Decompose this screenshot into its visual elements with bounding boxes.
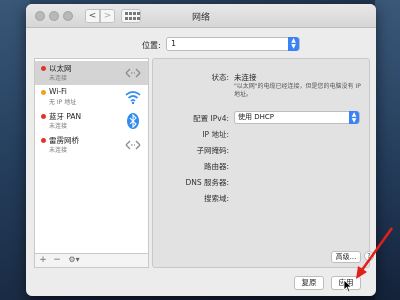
advanced-button[interactable]: 高级... xyxy=(331,251,361,263)
bluetooth-icon xyxy=(127,113,139,129)
service-list: 以太网 未连接 Wi-Fi 无 IP 地址 蓝牙 PAN 未连接 雷雳网桥 未连… xyxy=(34,58,149,254)
configure-ipv4-select[interactable]: 使用 DHCP ▲ ▼ xyxy=(234,111,360,124)
select-stepper-icon: ▲ ▼ xyxy=(288,37,299,51)
router-label: 路由器: xyxy=(203,162,229,171)
service-name: Wi-Fi xyxy=(49,87,67,96)
dns-server-label: DNS 服务器: xyxy=(185,178,229,187)
service-action-menu-button[interactable]: ⚙▾ xyxy=(65,255,83,266)
search-domains-label: 搜索域: xyxy=(203,194,229,203)
ethernet-arrows-icon xyxy=(125,68,141,78)
status-dot xyxy=(41,138,46,143)
service-status: 未连接 xyxy=(49,123,68,130)
location-label: 位置: xyxy=(142,41,161,50)
thunderbolt-arrows-icon xyxy=(125,140,141,150)
service-item-wifi[interactable]: Wi-Fi 无 IP 地址 xyxy=(35,85,148,109)
window-title: 网络 xyxy=(191,13,210,23)
add-service-button[interactable]: + xyxy=(37,255,49,266)
service-status: 无 IP 地址 xyxy=(49,99,77,106)
status-dot xyxy=(41,66,46,71)
location-select[interactable]: 1 ▲ ▼ xyxy=(166,37,300,51)
select-stepper-icon: ▲ ▼ xyxy=(349,111,359,124)
help-button[interactable]: ? xyxy=(364,251,374,261)
subnet-mask-label: 子网掩码: xyxy=(196,146,229,155)
remove-service-button[interactable]: − xyxy=(51,255,63,266)
status-dot xyxy=(41,90,46,95)
desktop-background-right xyxy=(375,0,400,300)
title-bar: < > 网络 xyxy=(26,4,376,28)
service-detail-panel: 状态: 未连接 "以太网"的电缆已经连接，但是您的电脑没有 IP 地址。 配置 … xyxy=(152,58,374,268)
service-list-toolbar: + − ⚙▾ xyxy=(34,254,149,268)
service-status: 未连接 xyxy=(49,147,68,154)
service-item-bluetooth-pan[interactable]: 蓝牙 PAN 未连接 xyxy=(35,109,148,133)
revert-button[interactable]: 复原 xyxy=(294,276,324,290)
configure-ipv4-label: 配置 IPv4: xyxy=(193,114,229,123)
status-description: "以太网"的电缆已经连接，但是您的电脑没有 IP 地址。 xyxy=(234,83,361,98)
mouse-cursor-icon xyxy=(343,279,353,293)
service-status: 未连接 xyxy=(49,75,68,82)
configure-ipv4-value: 使用 DHCP xyxy=(238,113,274,121)
service-item-thunderbolt-bridge[interactable]: 雷雳网桥 未连接 xyxy=(35,133,148,157)
location-value: 1 xyxy=(171,39,177,48)
network-preferences-window: < > 网络 位置: 1 ▲ ▼ 以太网 未连接 Wi-Fi 无 IP 地址 蓝… xyxy=(26,4,376,296)
service-item-ethernet[interactable]: 以太网 未连接 xyxy=(35,61,148,85)
wifi-icon xyxy=(125,91,141,105)
status-label: 状态: xyxy=(211,73,229,82)
status-value: 未连接 xyxy=(234,73,257,82)
status-dot xyxy=(41,114,46,119)
ip-address-label: IP 地址: xyxy=(202,130,229,139)
